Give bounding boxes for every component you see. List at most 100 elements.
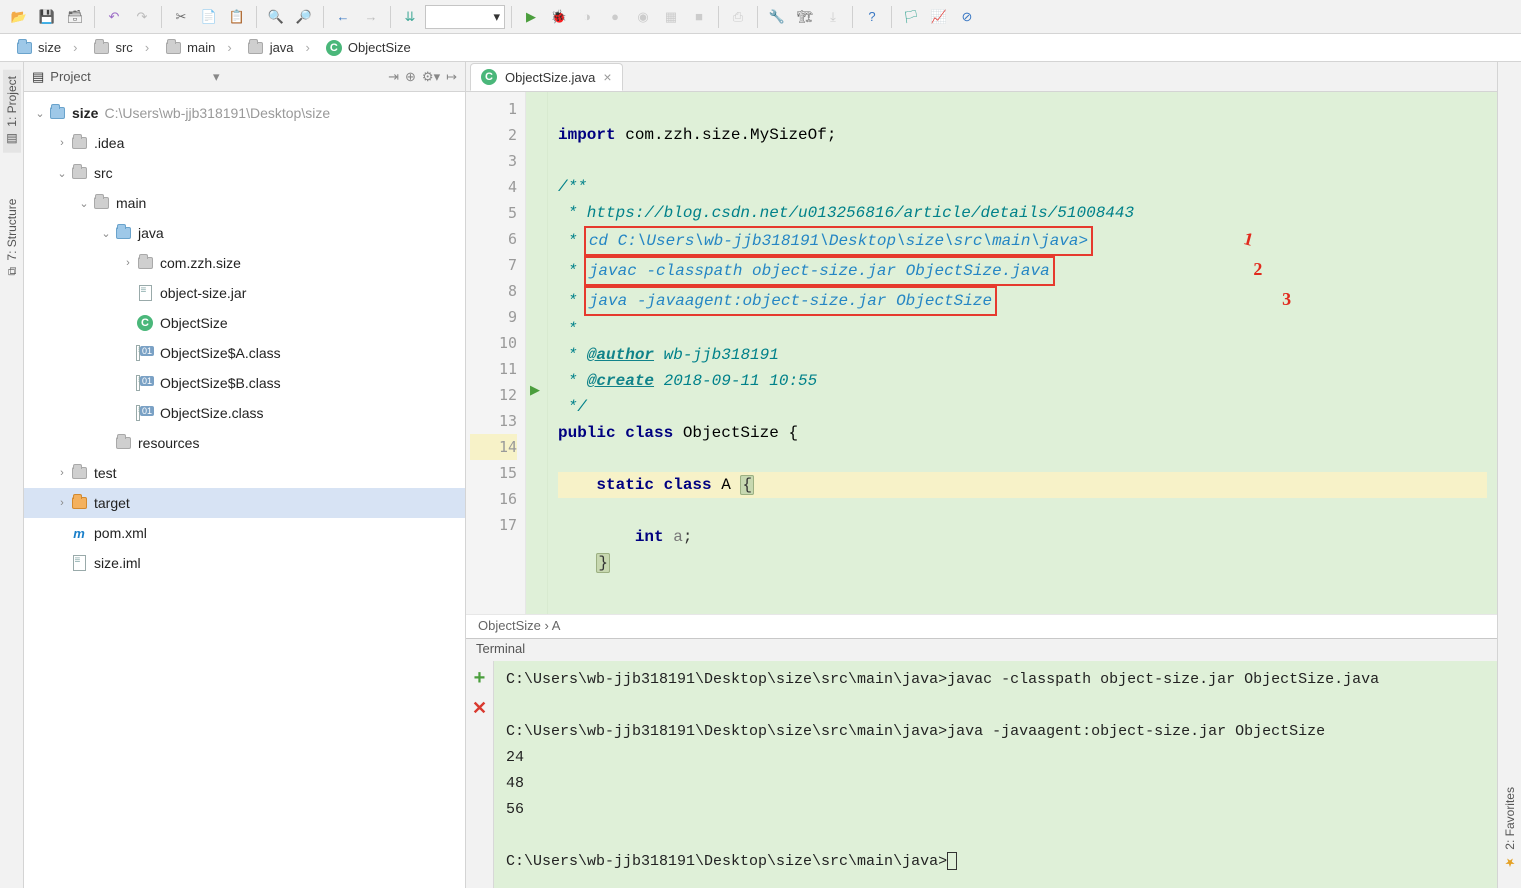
profile2-icon[interactable]: ◉ xyxy=(630,4,656,30)
undo-icon[interactable]: ↶ xyxy=(101,4,127,30)
project-header-icon: ▤ xyxy=(32,69,44,85)
dropdown-icon[interactable]: ▾ xyxy=(213,69,220,85)
expand-icon[interactable]: ⌄ xyxy=(32,107,48,120)
forward-icon[interactable]: → xyxy=(358,4,384,30)
block-icon[interactable]: ⊘ xyxy=(954,4,980,30)
left-tool-strip: ▤1: Project ⧉7: Structure xyxy=(0,62,24,888)
monitor-icon[interactable]: 📈 xyxy=(926,4,952,30)
expand-icon[interactable]: › xyxy=(54,497,70,509)
crumb-label: main xyxy=(187,40,215,55)
editor-tabbar: C ObjectSize.java × xyxy=(466,62,1497,92)
marker-icon[interactable]: 🏳 xyxy=(898,4,924,30)
tree-label: java xyxy=(138,225,164,241)
tree-icon: 01 xyxy=(136,374,154,392)
run-config-combo[interactable]: ▾ xyxy=(425,5,505,29)
expand-icon[interactable]: ⌄ xyxy=(54,167,70,180)
tab-favorites[interactable]: ★2: Favorites xyxy=(1501,781,1519,876)
tree-item[interactable]: resources xyxy=(24,428,465,458)
tree-item[interactable]: object-size.jar xyxy=(24,278,465,308)
attach-icon[interactable]: ⎙ xyxy=(725,4,751,30)
cut-icon[interactable]: ✂ xyxy=(168,4,194,30)
tree-item[interactable]: 01 ObjectSize$B.class xyxy=(24,368,465,398)
tree-label: .idea xyxy=(94,135,124,151)
expand-icon[interactable]: › xyxy=(54,467,70,479)
save-all-icon[interactable]: 🗃 xyxy=(62,4,88,30)
help-icon[interactable]: ? xyxy=(859,4,885,30)
tree-label: ObjectSize$B.class xyxy=(160,375,281,391)
crumb-src[interactable]: src xyxy=(85,34,157,61)
tree-icon xyxy=(92,194,110,212)
tree-item[interactable]: ›com.zzh.size xyxy=(24,248,465,278)
tree-item[interactable]: ›test xyxy=(24,458,465,488)
hide-icon[interactable]: ↦ xyxy=(446,69,457,85)
tree-item[interactable]: 01ObjectSize.class xyxy=(24,398,465,428)
gear-icon[interactable]: ⚙▾ xyxy=(422,69,440,85)
tree-item[interactable]: ⌄ java xyxy=(24,218,465,248)
project-structure-icon[interactable]: 🏗 xyxy=(792,4,818,30)
close-terminal-icon[interactable]: ✕ xyxy=(472,698,487,719)
tree-label: size.iml xyxy=(94,555,141,571)
tab-structure[interactable]: ⧉7: Structure xyxy=(3,193,21,282)
expand-icon[interactable]: ⌄ xyxy=(76,197,92,210)
crumb-label: size xyxy=(38,40,61,55)
crumb-main[interactable]: main xyxy=(157,34,240,61)
editor-crumb[interactable]: ObjectSize › A xyxy=(466,614,1497,638)
crumb-class[interactable]: CObjectSize xyxy=(318,34,431,61)
redo-icon[interactable]: ↷ xyxy=(129,4,155,30)
crumb-label: java xyxy=(270,40,294,55)
terminal-toolbar: + ✕ xyxy=(466,661,494,888)
add-terminal-icon[interactable]: + xyxy=(474,667,486,690)
tree-label: src xyxy=(94,165,113,181)
stop-icon[interactable]: ■ xyxy=(686,4,712,30)
project-tree[interactable]: ⌄ size C:\Users\wb-jjb318191\Desktop\siz… xyxy=(24,92,465,888)
crumb-java[interactable]: java xyxy=(240,34,318,61)
tree-item[interactable]: ⌄ src xyxy=(24,158,465,188)
find-icon[interactable]: 🔍 xyxy=(263,4,289,30)
tree-label: ObjectSize$A.class xyxy=(160,345,281,361)
tree-item[interactable]: ⌄main xyxy=(24,188,465,218)
file-tab[interactable]: C ObjectSize.java × xyxy=(470,63,623,91)
settings-icon[interactable]: 🔧 xyxy=(764,4,790,30)
tree-item[interactable]: › .idea xyxy=(24,128,465,158)
tree-item[interactable]: CObjectSize xyxy=(24,308,465,338)
close-tab-icon[interactable]: × xyxy=(603,69,611,85)
open-icon[interactable]: 📂 xyxy=(6,4,32,30)
locate-icon[interactable]: ⊕ xyxy=(405,69,416,85)
terminal-title[interactable]: Terminal xyxy=(466,639,1497,661)
tree-item[interactable]: 01ObjectSize$A.class xyxy=(24,338,465,368)
copy-icon[interactable]: 📄 xyxy=(196,4,222,30)
tab-project[interactable]: ▤1: Project xyxy=(3,70,21,153)
run-icon[interactable]: ▶ xyxy=(518,4,544,30)
tree-icon xyxy=(136,254,154,272)
debug-icon[interactable]: 🐞 xyxy=(546,4,572,30)
paste-icon[interactable]: 📋 xyxy=(224,4,250,30)
tree-icon xyxy=(114,224,132,242)
terminal-panel: Terminal + ✕ C:\Users\wb-jjb318191\Deskt… xyxy=(466,638,1497,888)
separator xyxy=(323,6,324,28)
tree-icon xyxy=(70,164,88,182)
collapse-icon[interactable]: ⇥ xyxy=(388,69,399,85)
tree-icon: C xyxy=(136,314,154,332)
expand-icon[interactable]: ⌄ xyxy=(98,227,114,240)
save-icon[interactable]: 💾 xyxy=(34,4,60,30)
tree-icon: m xyxy=(70,524,88,542)
tree-root[interactable]: ⌄ size C:\Users\wb-jjb318191\Desktop\siz… xyxy=(24,98,465,128)
tree-item[interactable]: ›target xyxy=(24,488,465,518)
export-icon[interactable]: ⤓ xyxy=(820,4,846,30)
run-gutter-icon[interactable]: ▶ xyxy=(530,382,540,398)
crumb-size[interactable]: size xyxy=(8,34,85,61)
tree-icon xyxy=(114,434,132,452)
coverage-icon[interactable]: ◑ xyxy=(574,4,600,30)
grid-icon[interactable]: ▦ xyxy=(658,4,684,30)
expand-icon[interactable]: › xyxy=(54,137,70,149)
tree-item[interactable]: size.iml xyxy=(24,548,465,578)
binary-icon[interactable]: ⇊ xyxy=(397,4,423,30)
expand-icon[interactable]: › xyxy=(120,257,136,269)
back-icon[interactable]: ← xyxy=(330,4,356,30)
replace-icon[interactable]: 🔎 xyxy=(291,4,317,30)
terminal-output[interactable]: C:\Users\wb-jjb318191\Desktop\size\src\m… xyxy=(494,661,1497,888)
tree-label: resources xyxy=(138,435,199,451)
tree-item[interactable]: mpom.xml xyxy=(24,518,465,548)
profile-icon[interactable]: ● xyxy=(602,4,628,30)
code-editor[interactable]: import com.zzh.size.MySizeOf; /** * http… xyxy=(548,92,1497,614)
